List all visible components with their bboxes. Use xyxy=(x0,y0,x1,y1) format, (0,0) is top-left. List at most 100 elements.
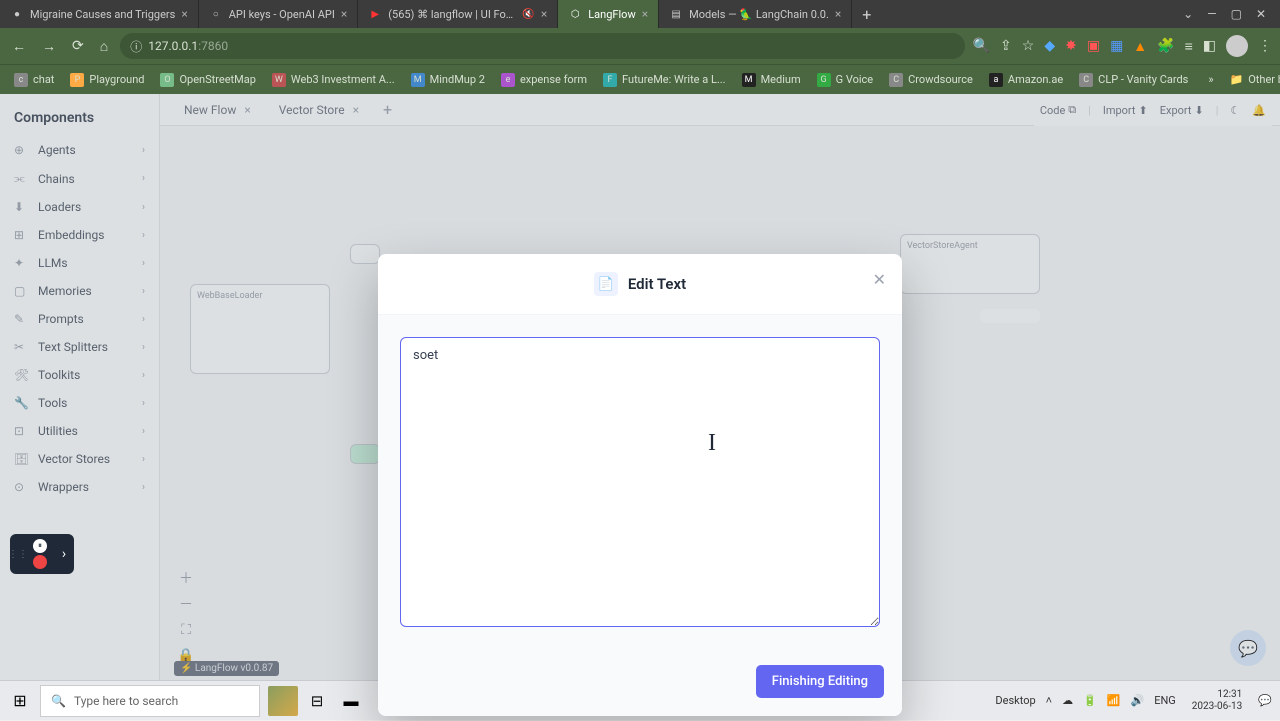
ext-icon[interactable]: ▲ xyxy=(1133,38,1147,55)
bookmark-item[interactable]: cchat xyxy=(8,70,60,90)
bookmark-label: MindMup 2 xyxy=(430,73,485,86)
ext-icon[interactable]: ▣ xyxy=(1087,38,1100,54)
taskbar-search[interactable]: 🔍 Type here to search xyxy=(40,685,260,717)
back-button[interactable]: ← xyxy=(8,34,30,59)
bookmark-item[interactable]: a Amazon.ae xyxy=(983,70,1069,90)
browser-tab-2[interactable]: ▶ (565) ⌘ langflow | UI For ... 🔇 × xyxy=(358,0,558,28)
close-icon[interactable]: ✕ xyxy=(1256,7,1266,21)
bookmark-icon: e xyxy=(501,73,515,87)
site-info-icon[interactable]: ⓘ xyxy=(130,38,142,55)
url-bar[interactable]: ⓘ 127.0.0.1:7860 xyxy=(120,33,964,59)
ext-icon[interactable]: ✸ xyxy=(1065,38,1077,54)
notifications-icon[interactable]: 💬 xyxy=(1258,694,1272,707)
close-icon[interactable]: × xyxy=(341,7,347,21)
ext-icon[interactable]: ◆ xyxy=(1044,38,1055,54)
forward-button[interactable]: → xyxy=(38,34,60,59)
bookmark-item[interactable]: WWeb3 Investment A... xyxy=(266,70,401,90)
bookmark-label: OpenStreetMap xyxy=(179,73,255,86)
bookmark-item[interactable]: PPlayground xyxy=(64,70,150,90)
avatar[interactable] xyxy=(1226,35,1248,57)
tray-chevron-icon[interactable]: ˄ xyxy=(1046,694,1052,707)
desktop-link[interactable]: Desktop xyxy=(995,694,1035,707)
browser-tab-3[interactable]: ⬡ LangFlow × xyxy=(558,0,659,28)
nav-right: 🔍 ⇪ ☆ ◆ ✸ ▣ ▦ ▲ 🧩 ≡ ◧ ⋮ xyxy=(973,35,1272,57)
bookmark-label: Amazon.ae xyxy=(1008,73,1063,86)
bookmark-icon: G xyxy=(817,73,831,87)
finishing-editing-button[interactable]: Finishing Editing xyxy=(756,665,884,698)
bookmark-icon: O xyxy=(160,73,174,87)
close-icon[interactable]: × xyxy=(541,7,547,21)
search-icon[interactable]: 🔍 xyxy=(973,38,990,54)
language-indicator[interactable]: ENG xyxy=(1154,694,1176,707)
reading-list-icon[interactable]: ≡ xyxy=(1185,38,1193,55)
chevron-down-icon[interactable]: ⌄ xyxy=(1183,7,1193,21)
bookmark-item[interactable]: G G Voice xyxy=(811,70,880,90)
bookmarks-overflow[interactable]: » xyxy=(1202,70,1219,89)
close-icon[interactable]: × xyxy=(181,7,187,21)
browser-tab-0[interactable]: ● Migraine Causes and Triggers × xyxy=(0,0,199,28)
extensions-icon[interactable]: 🧩 xyxy=(1157,38,1174,54)
minimize-icon[interactable]: ― xyxy=(1207,7,1216,21)
task-view-icon[interactable]: ⊟ xyxy=(302,686,332,716)
bookmark-icon: W xyxy=(272,73,286,87)
bookmark-item[interactable]: MMedium xyxy=(736,70,807,90)
bookmark-item[interactable]: CCrowdsource xyxy=(883,70,979,90)
browser-tab-1[interactable]: ○ API keys - OpenAI API × xyxy=(199,0,359,28)
document-icon: 📄 xyxy=(594,272,618,296)
volume-icon[interactable]: 🔊 xyxy=(1131,694,1145,707)
modal-body: soet I xyxy=(378,315,902,653)
system-tray: Desktop ˄ ☁ 🔋 📶 🔊 ENG 12:31 2023-06-13 💬 xyxy=(987,689,1280,713)
bookmark-icon: F xyxy=(603,73,617,87)
sidepanel-icon[interactable]: ◧ xyxy=(1203,38,1216,54)
app-icon[interactable] xyxy=(268,686,298,716)
favicon-icon: ● xyxy=(10,7,24,21)
bookmark-item[interactable]: e expense form xyxy=(495,70,593,90)
tray-icon[interactable]: 🔋 xyxy=(1083,694,1097,707)
bookmark-icon: a xyxy=(989,73,1003,87)
menu-icon[interactable]: ⋮ xyxy=(1258,38,1272,54)
bookmark-label: expense form xyxy=(520,73,587,86)
modal-header: 📄 Edit Text ✕ xyxy=(378,254,902,315)
bookmark-star-icon[interactable]: ☆ xyxy=(1022,38,1035,54)
app-icon[interactable]: ▬ xyxy=(336,686,366,716)
browser-tabs: ● Migraine Causes and Triggers × ○ API k… xyxy=(0,0,1169,28)
bookmark-label: Other bookmarks xyxy=(1248,73,1280,86)
window-controls: ⌄ ― ▢ ✕ xyxy=(1169,7,1280,21)
reload-button[interactable]: ⟳ xyxy=(68,34,88,58)
bookmark-icon: M xyxy=(742,73,756,87)
edit-text-textarea[interactable]: soet xyxy=(400,337,880,627)
bookmark-label: FutureMe: Write a L... xyxy=(622,73,726,86)
wifi-icon[interactable]: 📶 xyxy=(1107,694,1121,707)
other-bookmarks[interactable]: 📁Other bookmarks xyxy=(1224,70,1280,89)
share-icon[interactable]: ⇪ xyxy=(1000,38,1012,54)
bookmark-label: CLP - Vanity Cards xyxy=(1098,73,1188,86)
search-placeholder: Type here to search xyxy=(74,694,178,708)
mute-icon[interactable]: 🔇 xyxy=(522,9,534,20)
maximize-icon[interactable]: ▢ xyxy=(1231,7,1242,21)
close-icon[interactable]: × xyxy=(642,7,648,21)
start-button[interactable]: ⊞ xyxy=(0,681,40,721)
bookmark-item[interactable]: F FutureMe: Write a L... xyxy=(597,70,732,90)
favicon-icon: ⬡ xyxy=(568,7,582,21)
browser-tab-4[interactable]: ▤ Models — 🦜 LangChain 0.0. × xyxy=(659,0,852,28)
bookmark-item[interactable]: MMindMup 2 xyxy=(405,70,491,90)
home-button[interactable]: ⌂ xyxy=(96,34,112,59)
tray-icon[interactable]: ☁ xyxy=(1062,694,1073,707)
search-icon: 🔍 xyxy=(51,694,66,708)
bookmarks-bar: cchat PPlayground O OpenStreetMap WWeb3 I… xyxy=(0,64,1280,94)
close-icon[interactable]: × xyxy=(835,7,841,21)
chevron-right-icon: » xyxy=(1208,73,1213,86)
taskbar-clock[interactable]: 12:31 2023-06-13 xyxy=(1186,689,1249,713)
bookmark-icon: c xyxy=(14,73,28,87)
close-icon[interactable]: ✕ xyxy=(873,270,886,289)
bookmark-label: G Voice xyxy=(836,73,874,86)
bookmark-label: Playground xyxy=(89,73,144,86)
bookmark-item[interactable]: O OpenStreetMap xyxy=(154,70,261,90)
clock-date: 2023-06-13 xyxy=(1192,701,1243,713)
tab-label: Models — 🦜 LangChain 0.0. xyxy=(689,8,829,21)
favicon-icon: ○ xyxy=(209,7,223,21)
ext-icon[interactable]: ▦ xyxy=(1110,38,1123,54)
bookmark-item[interactable]: CCLP - Vanity Cards xyxy=(1073,70,1194,90)
edit-text-modal: 📄 Edit Text ✕ soet I Finishing Editing xyxy=(378,254,902,716)
new-tab-button[interactable]: + xyxy=(852,0,881,28)
